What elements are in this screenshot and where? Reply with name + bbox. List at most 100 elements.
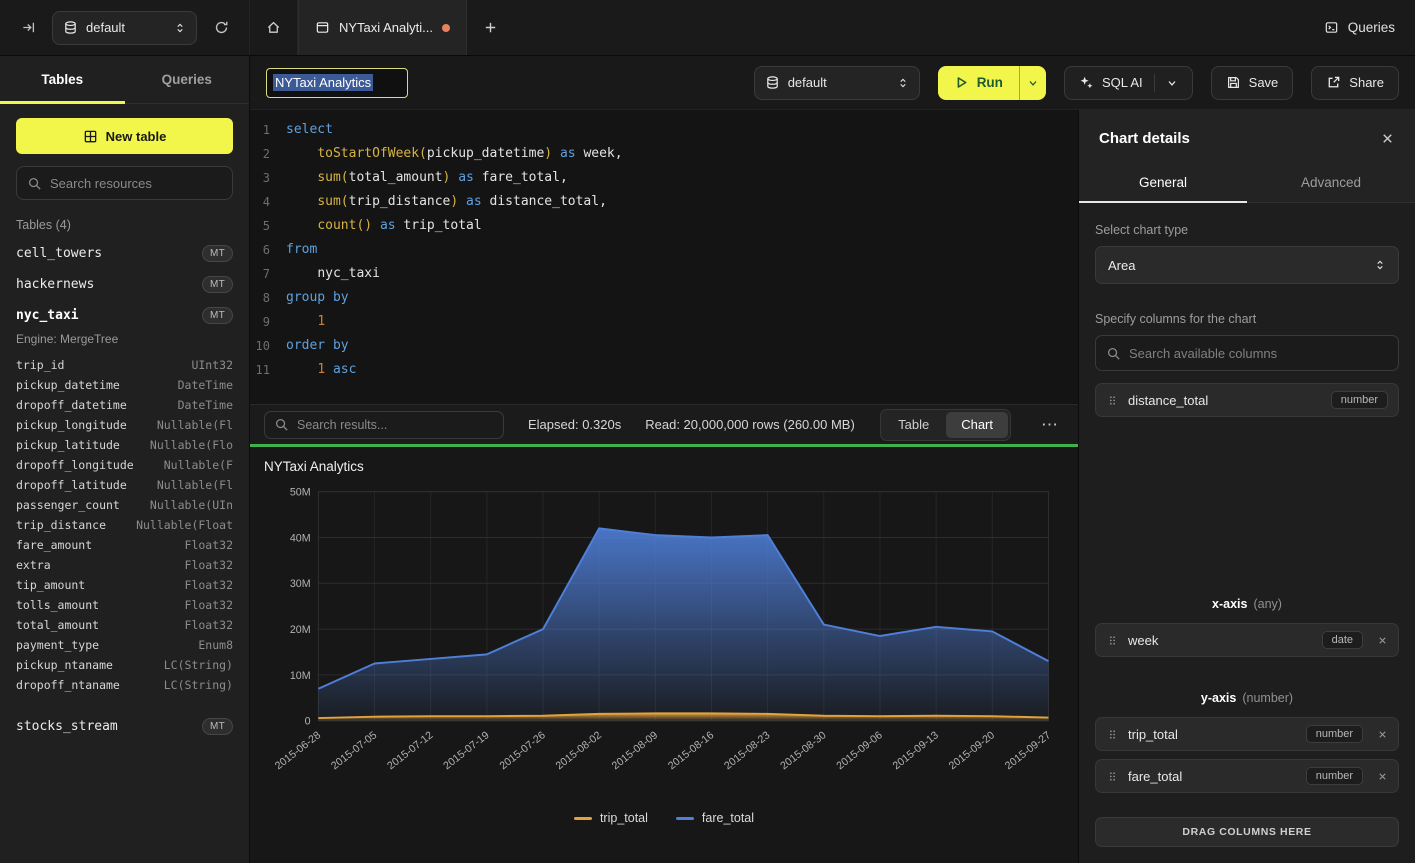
column-item-tolls_amount[interactable]: tolls_amount Float32 xyxy=(16,595,233,615)
column-item-dropoff_longitude[interactable]: dropoff_longitude Nullable(F xyxy=(16,455,233,475)
drag-handle-icon[interactable] xyxy=(1106,634,1119,647)
code-line[interactable]: 4 sum(trip_distance) as distance_total, xyxy=(250,190,1078,214)
column-item-passenger_count[interactable]: passenger_count Nullable(UIn xyxy=(16,495,233,515)
engine-badge: MT xyxy=(202,307,233,324)
column-item-pickup_datetime[interactable]: pickup_datetime DateTime xyxy=(16,375,233,395)
close-panel-button[interactable] xyxy=(1380,131,1395,146)
main-column: NYTaxi Analytics default Run xyxy=(250,56,1415,863)
column-chip-week[interactable]: week date xyxy=(1095,623,1399,657)
topbar-database-selector[interactable]: default xyxy=(52,11,197,45)
code-line[interactable]: 3 sum(total_amount) as fare_total, xyxy=(250,166,1078,190)
table-name: hackernews xyxy=(16,277,94,292)
y-axis-title: y-axis xyxy=(1201,691,1236,705)
code-line[interactable]: 5 count() as trip_total xyxy=(250,214,1078,238)
code-line[interactable]: 7 nyc_taxi xyxy=(250,262,1078,286)
drag-handle-icon[interactable] xyxy=(1106,770,1119,783)
home-tab[interactable] xyxy=(250,0,298,55)
collapse-sidebar-button[interactable] xyxy=(14,14,42,42)
column-item-total_amount[interactable]: total_amount Float32 xyxy=(16,615,233,635)
code-line[interactable]: 9 1 xyxy=(250,310,1078,334)
sidebar-search-input[interactable] xyxy=(50,176,222,191)
tab-strip: NYTaxi Analyti... xyxy=(250,0,515,55)
more-options-button[interactable]: ⋯ xyxy=(1035,416,1064,433)
column-item-pickup_ntaname[interactable]: pickup_ntaname LC(String) xyxy=(16,655,233,675)
column-item-pickup_longitude[interactable]: pickup_longitude Nullable(Fl xyxy=(16,415,233,435)
column-item-dropoff_latitude[interactable]: dropoff_latitude Nullable(Fl xyxy=(16,475,233,495)
column-item-dropoff_datetime[interactable]: dropoff_datetime DateTime xyxy=(16,395,233,415)
query-tab-label: NYTaxi Analyti... xyxy=(339,20,433,35)
column-item-fare_amount[interactable]: fare_amount Float32 xyxy=(16,535,233,555)
code-text: toStartOfWeek(pickup_datetime) as week, xyxy=(286,142,623,166)
play-icon xyxy=(954,75,969,90)
share-button[interactable]: Share xyxy=(1311,66,1399,100)
column-item-trip_distance[interactable]: trip_distance Nullable(Float xyxy=(16,515,233,535)
run-options-button[interactable] xyxy=(1019,66,1046,100)
tables-list: cell_towers MT hackernews MT nyc_taxi MT… xyxy=(0,238,249,863)
column-item-extra[interactable]: extra Float32 xyxy=(16,555,233,575)
line-number: 1 xyxy=(250,118,286,142)
remove-column-button[interactable] xyxy=(1377,635,1388,646)
save-icon xyxy=(1226,75,1241,90)
remove-column-button[interactable] xyxy=(1377,771,1388,782)
table-item-hackernews[interactable]: hackernews MT xyxy=(0,269,249,300)
new-table-label: New table xyxy=(106,129,167,144)
table-item-nyc_taxi[interactable]: nyc_taxi MT xyxy=(0,300,249,331)
sidebar-tab-queries[interactable]: Queries xyxy=(125,56,250,103)
table-item-cell_towers[interactable]: cell_towers MT xyxy=(0,238,249,269)
save-button[interactable]: Save xyxy=(1211,66,1294,100)
code-line[interactable]: 1select xyxy=(250,118,1078,142)
panel-header: Chart details xyxy=(1079,110,1415,163)
query-tab-nytaxi-analytics[interactable]: NYTaxi Analyti... xyxy=(298,0,467,55)
table-name: cell_towers xyxy=(16,246,102,261)
results-search-input[interactable] xyxy=(297,418,494,432)
top-bar: default NYTaxi Analyti... Queries xyxy=(0,0,1415,56)
panel-tab-general[interactable]: General xyxy=(1079,163,1247,202)
queries-button[interactable]: Queries xyxy=(1324,20,1395,35)
query-database-selector[interactable]: default xyxy=(754,66,920,100)
svg-text:2015-08-30: 2015-08-30 xyxy=(778,729,828,772)
home-icon xyxy=(266,20,281,35)
view-toggle-table[interactable]: Table xyxy=(883,412,944,438)
legend-item-fare_total[interactable]: fare_total xyxy=(676,811,754,825)
query-title-input[interactable]: NYTaxi Analytics xyxy=(266,68,408,98)
available-columns-list: distance_total number xyxy=(1095,383,1399,425)
unsaved-indicator xyxy=(442,24,450,32)
view-toggle: TableChart xyxy=(880,409,1011,441)
code-line[interactable]: 10order by xyxy=(250,334,1078,358)
table-item-stocks_stream[interactable]: stocks_stream MT xyxy=(0,711,249,742)
view-toggle-chart[interactable]: Chart xyxy=(946,412,1008,438)
sidebar-tab-tables[interactable]: Tables xyxy=(0,56,125,103)
run-button[interactable]: Run xyxy=(938,66,1019,100)
elapsed-time: Elapsed: 0.320s xyxy=(528,417,621,432)
remove-column-button[interactable] xyxy=(1377,729,1388,740)
code-line[interactable]: 8group by xyxy=(250,286,1078,310)
drag-handle-icon[interactable] xyxy=(1106,728,1119,741)
svg-text:2015-09-06: 2015-09-06 xyxy=(834,729,884,772)
sql-editor[interactable]: 1select2 toStartOfWeek(pickup_datetime) … xyxy=(250,110,1078,404)
columns-search-input[interactable] xyxy=(1129,346,1388,361)
drop-zone[interactable]: DRAG COLUMNS HERE xyxy=(1095,817,1399,847)
new-table-button[interactable]: New table xyxy=(16,118,233,154)
chart-type-select[interactable]: Area xyxy=(1095,246,1399,284)
column-item-pickup_latitude[interactable]: pickup_latitude Nullable(Flo xyxy=(16,435,233,455)
column-chip-trip_total[interactable]: trip_total number xyxy=(1095,717,1399,751)
legend-item-trip_total[interactable]: trip_total xyxy=(574,811,648,825)
code-line[interactable]: 11 1 asc xyxy=(250,358,1078,382)
column-item-dropoff_ntaname[interactable]: dropoff_ntaname LC(String) xyxy=(16,675,233,695)
panel-tab-advanced[interactable]: Advanced xyxy=(1247,163,1415,202)
sql-ai-button[interactable]: SQL AI xyxy=(1064,66,1193,100)
code-line[interactable]: 6from xyxy=(250,238,1078,262)
sql-ai-label: SQL AI xyxy=(1102,75,1143,90)
sidebar: TablesQueries New table Tables (4) cell_… xyxy=(0,56,250,863)
code-text: group by xyxy=(286,286,349,310)
column-chip-fare_total[interactable]: fare_total number xyxy=(1095,759,1399,793)
new-tab-button[interactable] xyxy=(467,0,515,55)
refresh-button[interactable] xyxy=(207,14,235,42)
panel-body: Select chart type Area Specify columns f… xyxy=(1079,203,1415,863)
code-line[interactable]: 2 toStartOfWeek(pickup_datetime) as week… xyxy=(250,142,1078,166)
column-chip-distance_total[interactable]: distance_total number xyxy=(1095,383,1399,417)
drag-handle-icon[interactable] xyxy=(1106,394,1119,407)
column-item-payment_type[interactable]: payment_type Enum8 xyxy=(16,635,233,655)
column-item-trip_id[interactable]: trip_id UInt32 xyxy=(16,355,233,375)
column-item-tip_amount[interactable]: tip_amount Float32 xyxy=(16,575,233,595)
